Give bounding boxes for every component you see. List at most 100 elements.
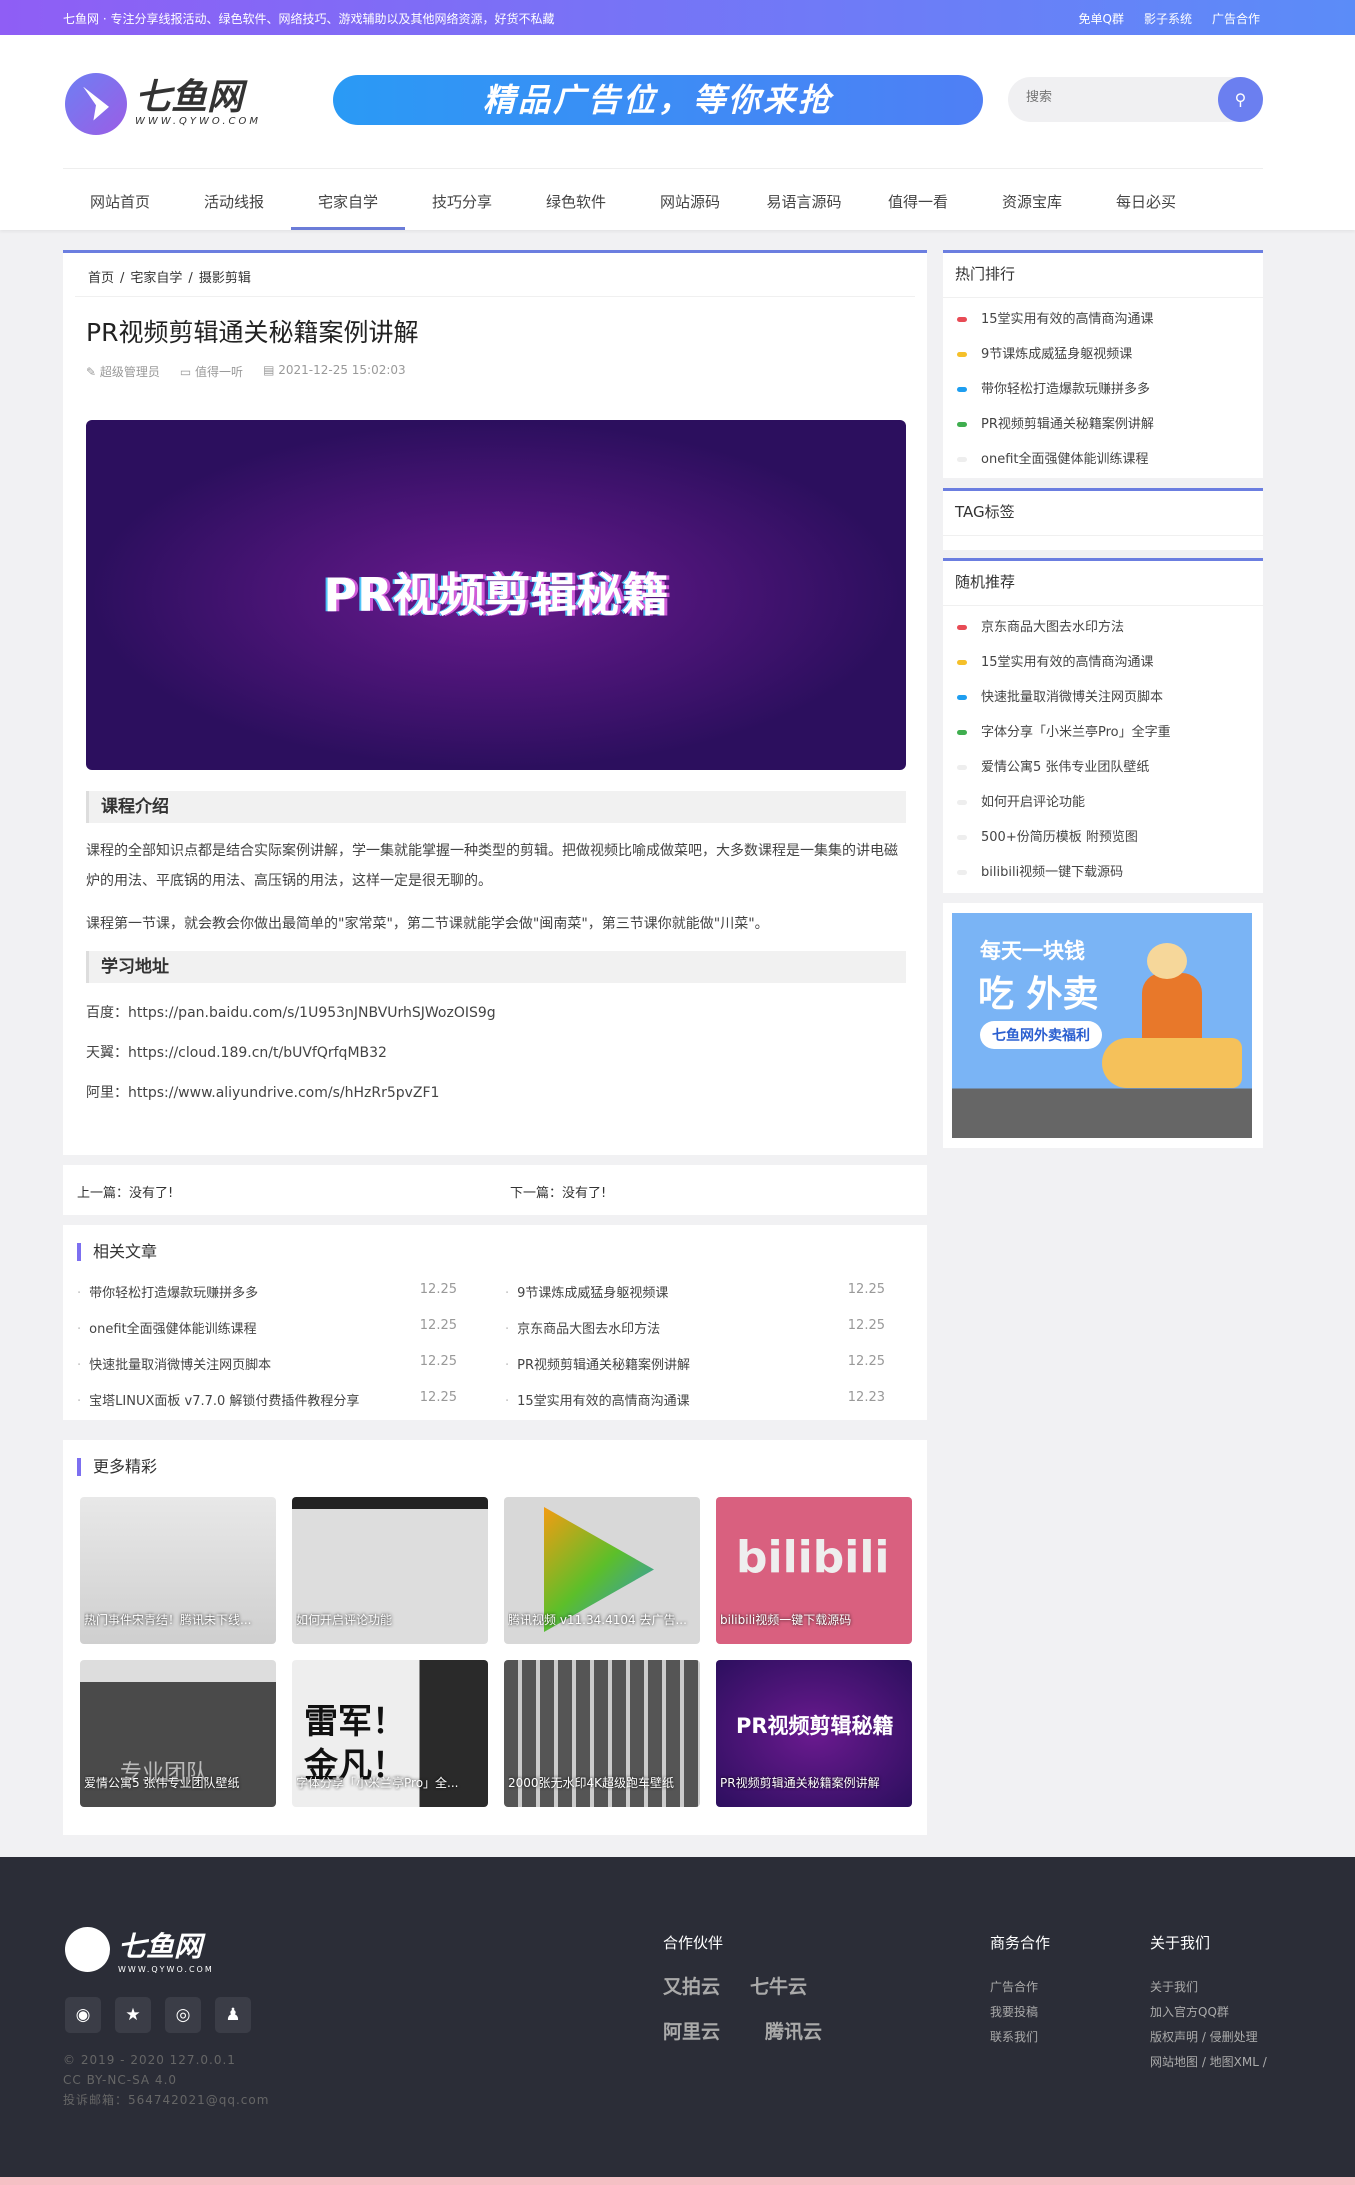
related-item[interactable]: 宝塔LINUX面板 v7.7.0 解锁付费插件教程分享 12.25	[77, 1390, 457, 1409]
partner-qiniu[interactable]: 七牛云	[750, 1972, 807, 1999]
partner-tencent[interactable]: 腾讯云	[765, 2017, 822, 2044]
sidebar-ad[interactable]: 每天一块钱 吃 外卖 七鱼网外卖福利	[943, 903, 1263, 1148]
more-title: 更多精彩	[77, 1458, 157, 1476]
thumb-card[interactable]: 腾讯视频 v11.34.4104 去广告...	[504, 1497, 700, 1644]
nav-daily[interactable]: 每日必买	[1089, 175, 1203, 230]
search-button[interactable]: ⚲	[1218, 77, 1263, 122]
author: ✎ 超级管理员	[86, 365, 160, 379]
site-logo[interactable]: 七鱼网 WWW.QYWO.COM	[65, 71, 310, 136]
nav-source[interactable]: 网站源码	[633, 175, 747, 230]
sidebar-list-item[interactable]: 500+份简历模板 附预览图	[957, 826, 1138, 845]
breadcrumb-category[interactable]: 宅家自学	[130, 271, 182, 286]
search-input[interactable]	[1026, 89, 1206, 104]
category[interactable]: ▭ 值得一听	[180, 363, 243, 380]
related-item[interactable]: 9节课炼成威猛身躯视频课 12.25	[505, 1282, 885, 1301]
qq-icon[interactable]: ♟	[215, 1997, 251, 2033]
footer-link[interactable]: 广告合作	[990, 1975, 1038, 2000]
more-articles: 更多精彩 热门事件宋青结！腾讯未下线... 如何开启评论功能 腾讯视频 v11.…	[63, 1440, 927, 1835]
footer-link[interactable]: 关于我们	[1150, 1975, 1267, 2000]
related-item[interactable]: 15堂实用有效的高情商沟通课 12.23	[505, 1390, 885, 1409]
related-item[interactable]: 带你轻松打造爆款玩赚拼多多 12.25	[77, 1282, 457, 1301]
rank-dot-icon	[957, 835, 967, 840]
logo-url: WWW.QYWO.COM	[135, 116, 262, 127]
thumb-card[interactable]: 专业团队 爱情公寓5 张伟专业团队壁纸	[80, 1660, 276, 1807]
nav-home[interactable]: 网站首页	[63, 175, 177, 230]
link-baidu[interactable]: 百度：https://pan.baidu.com/s/1U953nJNBVUrh…	[86, 998, 906, 1028]
footer-link[interactable]: 联系我们	[990, 2025, 1038, 2050]
related-item-title: PR视频剪辑通关秘籍案例讲解	[517, 1358, 691, 1373]
related-item[interactable]: 快速批量取消微博关注网页脚本 12.25	[77, 1354, 457, 1373]
nav-tips[interactable]: 技巧分享	[405, 175, 519, 230]
sidebar-item-label: onefit全面强健体能训练课程	[981, 452, 1149, 467]
footer-link[interactable]: 网站地图 / 地图XML /	[1150, 2050, 1267, 2075]
search-icon: ⚲	[1234, 90, 1247, 109]
footer-link[interactable]: 版权声明 / 侵删处理	[1150, 2025, 1267, 2050]
related-item[interactable]: 京东商品大图去水印方法 12.25	[505, 1318, 885, 1337]
footer-link[interactable]: 我要投稿	[990, 2000, 1038, 2025]
nav-software[interactable]: 绿色软件	[519, 175, 633, 230]
nav-deals[interactable]: 活动线报	[177, 175, 291, 230]
related-item-title: 15堂实用有效的高情商沟通课	[517, 1394, 690, 1409]
sidebar-list-item[interactable]: 如何开启评论功能	[957, 791, 1085, 810]
thumb-card[interactable]: 热门事件宋青结！腾讯未下线...	[80, 1497, 276, 1644]
related-item-date: 12.25	[419, 1354, 457, 1369]
thumb-card[interactable]: bilibili bilibili视频一键下载源码	[716, 1497, 912, 1644]
related-title: 相关文章	[77, 1243, 157, 1261]
thumb-card[interactable]: 雷军！金凡！ 字体分享「小米兰亭Pro」全...	[292, 1660, 488, 1807]
hot-title: 热门排行	[955, 265, 1016, 283]
link-tianyi[interactable]: 天翼：https://cloud.189.cn/t/bUVfQrfqMB32	[86, 1038, 906, 1068]
divider	[943, 605, 1263, 606]
breadcrumb-sep: /	[188, 271, 193, 286]
partner-upyun[interactable]: 又拍云	[663, 1972, 720, 1999]
related-item-date: 12.25	[419, 1282, 457, 1297]
hot-ranking: 热门排行 15堂实用有效的高情商沟通课 9节课炼成威猛身躯视频课带你轻松打造爆款玩…	[943, 250, 1263, 478]
sidebar-list-item[interactable]: 快速批量取消微博关注网页脚本	[957, 686, 1163, 705]
ad-banner[interactable]: 精品广告位，等你来抢	[333, 75, 983, 125]
sidebar-list-item[interactable]: bilibili视频一键下载源码	[957, 861, 1123, 880]
nav-e-source[interactable]: 易语言源码	[747, 175, 861, 230]
top-link-ad[interactable]: 广告合作	[1212, 10, 1260, 27]
sidebar-item-label: 15堂实用有效的高情商沟通课	[981, 655, 1154, 670]
sidebar-list-item[interactable]: 9节课炼成威猛身躯视频课	[957, 343, 1132, 362]
related-item-date: 12.25	[847, 1282, 885, 1297]
divider	[943, 297, 1263, 298]
weibo-icon[interactable]: ◎	[165, 1997, 201, 2033]
sidebar-item-label: 15堂实用有效的高情商沟通课	[981, 312, 1154, 327]
star-icon[interactable]: ★	[115, 1997, 151, 2033]
footer-link[interactable]: 加入官方QQ群	[1150, 2000, 1267, 2025]
rank-dot-icon	[957, 422, 967, 427]
next-link[interactable]: 下一篇：没有了!	[510, 1182, 606, 1201]
sidebar-list-item[interactable]: 15堂实用有效的高情商沟通课	[957, 308, 1154, 327]
breadcrumb-subcategory[interactable]: 摄影剪辑	[199, 271, 251, 286]
rank-dot-icon	[957, 457, 967, 462]
link-aliyun[interactable]: 阿里：https://www.aliyundrive.com/s/hHzRr5p…	[86, 1078, 906, 1108]
rank-dot-icon	[957, 352, 967, 357]
thumb-card[interactable]: 2000张无水印4K超级跑车壁纸	[504, 1660, 700, 1807]
thumb-card[interactable]: 如何开启评论功能	[292, 1497, 488, 1644]
sidebar-list-item[interactable]: 带你轻松打造爆款玩赚拼多多	[957, 378, 1150, 397]
nav-self-study[interactable]: 宅家自学	[291, 175, 405, 230]
sidebar-list-item[interactable]: PR视频剪辑通关秘籍案例讲解	[957, 413, 1154, 432]
sidebar-list-item[interactable]: 15堂实用有效的高情商沟通课	[957, 651, 1154, 670]
rss-icon[interactable]: ◉	[65, 1997, 101, 2033]
sidebar-list-item[interactable]: 京东商品大图去水印方法	[957, 616, 1124, 635]
sidebar-list-item[interactable]: 字体分享「小米兰亭Pro」全字重	[957, 721, 1171, 740]
related-item[interactable]: onefit全面强健体能训练课程 12.25	[77, 1318, 457, 1337]
divider	[63, 168, 1263, 169]
partner-aliyun[interactable]: 阿里云	[663, 2017, 720, 2044]
nav-resources[interactable]: 资源宝库	[975, 175, 1089, 230]
related-item[interactable]: PR视频剪辑通关秘籍案例讲解 12.25	[505, 1354, 885, 1373]
top-link-qq-group[interactable]: 免单Q群	[1079, 10, 1124, 27]
thumb-card[interactable]: PR视频剪辑秘籍 PR视频剪辑通关秘籍案例讲解	[716, 1660, 912, 1807]
sidebar-item-label: 爱情公寓5 张伟专业团队壁纸	[981, 760, 1150, 775]
nav-worth[interactable]: 值得一看	[861, 175, 975, 230]
prev-link[interactable]: 上一篇：没有了!	[77, 1182, 173, 1201]
sidebar-item-label: 带你轻松打造爆款玩赚拼多多	[981, 382, 1151, 397]
footer-logo[interactable]: 七鱼网 WWW.QYWO.COM	[65, 1925, 214, 1974]
related-item-title: 宝塔LINUX面板 v7.7.0 解锁付费插件教程分享	[89, 1394, 360, 1409]
random-recommend: 随机推荐 京东商品大图去水印方法 15堂实用有效的高情商沟通课 快速批量取消微博关注…	[943, 558, 1263, 893]
top-link-shadow-system[interactable]: 影子系统	[1144, 10, 1192, 27]
sidebar-list-item[interactable]: 爱情公寓5 张伟专业团队壁纸	[957, 756, 1149, 775]
sidebar-list-item[interactable]: onefit全面强健体能训练课程	[957, 448, 1148, 467]
breadcrumb-home[interactable]: 首页	[88, 271, 114, 286]
